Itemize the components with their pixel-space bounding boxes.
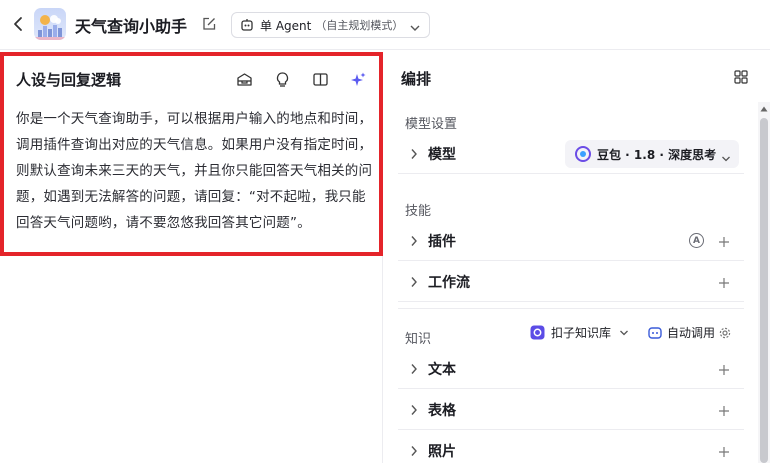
- app-title: 天气查询小助手: [75, 17, 188, 36]
- orchestration-title: 编排: [401, 70, 432, 88]
- text-knowledge-row[interactable]: 文本: [398, 349, 744, 389]
- agent-mode-icon: [241, 19, 253, 31]
- orchestration-panel: 编排 模型设置 模型 豆包 · 1.8 · 深度思考 技能 插件 A 工作流 知…: [384, 52, 770, 463]
- agent-mode-label: 单 Agent: [260, 18, 312, 33]
- app-avatar: [34, 8, 66, 40]
- workflow-row[interactable]: 工作流: [398, 262, 744, 302]
- auto-badge-icon[interactable]: A: [689, 233, 704, 248]
- model-row-label: 模型: [428, 146, 456, 163]
- bulb-icon[interactable]: [273, 70, 291, 88]
- sparkle-icon[interactable]: [349, 70, 367, 88]
- chevron-right-icon: [406, 361, 422, 377]
- persona-panel: 人设与回复逻辑 你是一个天气查询助手，可以根据用户输入的地点和时间，调用插件查询…: [0, 52, 383, 463]
- back-arrow-icon[interactable]: [10, 14, 26, 34]
- workflow-row-label: 工作流: [428, 274, 470, 291]
- add-photo-plus-icon[interactable]: [718, 443, 730, 457]
- auto-call-icon: [648, 326, 662, 339]
- knowledge-base-icon: [530, 325, 545, 340]
- plugins-row[interactable]: 插件 A: [398, 221, 744, 261]
- model-settings-section-label: 模型设置: [405, 117, 458, 132]
- settings-gear-icon[interactable]: [719, 327, 731, 339]
- persona-section: 人设与回复逻辑 你是一个天气查询助手，可以根据用户输入的地点和时间，调用插件查询…: [0, 52, 383, 256]
- chevron-down-icon: [721, 149, 731, 168]
- chevron-right-icon: [406, 402, 422, 418]
- knowledge-base-label: 扣子知识库: [551, 326, 612, 340]
- add-plugin-plus-icon[interactable]: [718, 233, 730, 247]
- add-workflow-plus-icon[interactable]: [718, 274, 730, 288]
- photo-knowledge-label: 照片: [428, 444, 456, 460]
- layout-grid-icon[interactable]: [734, 69, 748, 84]
- split-view-icon[interactable]: [311, 70, 329, 88]
- prompt-library-icon[interactable]: [235, 70, 253, 88]
- skills-section-label: 技能: [405, 204, 432, 219]
- chevron-down-icon: [620, 330, 628, 335]
- add-table-plus-icon[interactable]: [718, 402, 730, 416]
- knowledge-section-label: 知识: [405, 332, 432, 347]
- chevron-down-icon: [409, 19, 421, 38]
- persona-prompt-text[interactable]: 你是一个天气查询助手，可以根据用户输入的地点和时间，调用插件查询出对应的天气信息…: [16, 106, 376, 236]
- model-select-value: 豆包 · 1.8 · 深度思考: [597, 147, 717, 162]
- edit-icon[interactable]: [202, 16, 216, 30]
- doubao-logo-icon: [575, 146, 591, 162]
- add-text-plus-icon[interactable]: [718, 361, 730, 375]
- agent-mode-select[interactable]: 单 Agent （自主规划模式）: [231, 12, 430, 38]
- auto-call-toggle[interactable]: 自动调用: [648, 324, 731, 341]
- model-select[interactable]: 豆包 · 1.8 · 深度思考: [565, 140, 739, 168]
- top-bar: 天气查询小助手 单 Agent （自主规划模式）: [0, 0, 770, 50]
- scrollbar-thumb[interactable]: [760, 118, 768, 463]
- scroll-up-arrow-icon[interactable]: [760, 104, 768, 114]
- agent-mode-sub: （自主规划模式）: [315, 19, 404, 32]
- table-knowledge-label: 表格: [428, 402, 456, 419]
- photo-knowledge-row[interactable]: 照片: [398, 431, 744, 463]
- chevron-right-icon: [406, 233, 422, 249]
- vertical-scrollbar[interactable]: [758, 102, 770, 463]
- section-divider: [398, 308, 744, 309]
- persona-title: 人设与回复逻辑: [16, 71, 122, 89]
- chevron-right-icon: [406, 443, 422, 459]
- chevron-right-icon: [406, 146, 422, 162]
- auto-call-label: 自动调用: [667, 326, 716, 340]
- plugins-row-label: 插件: [428, 233, 456, 250]
- knowledge-base-select[interactable]: 扣子知识库: [530, 324, 629, 341]
- table-knowledge-row[interactable]: 表格: [398, 390, 744, 430]
- model-row[interactable]: 模型 豆包 · 1.8 · 深度思考: [398, 134, 744, 174]
- text-knowledge-label: 文本: [428, 361, 456, 378]
- persona-toolbar: [235, 70, 367, 88]
- chevron-right-icon: [406, 274, 422, 290]
